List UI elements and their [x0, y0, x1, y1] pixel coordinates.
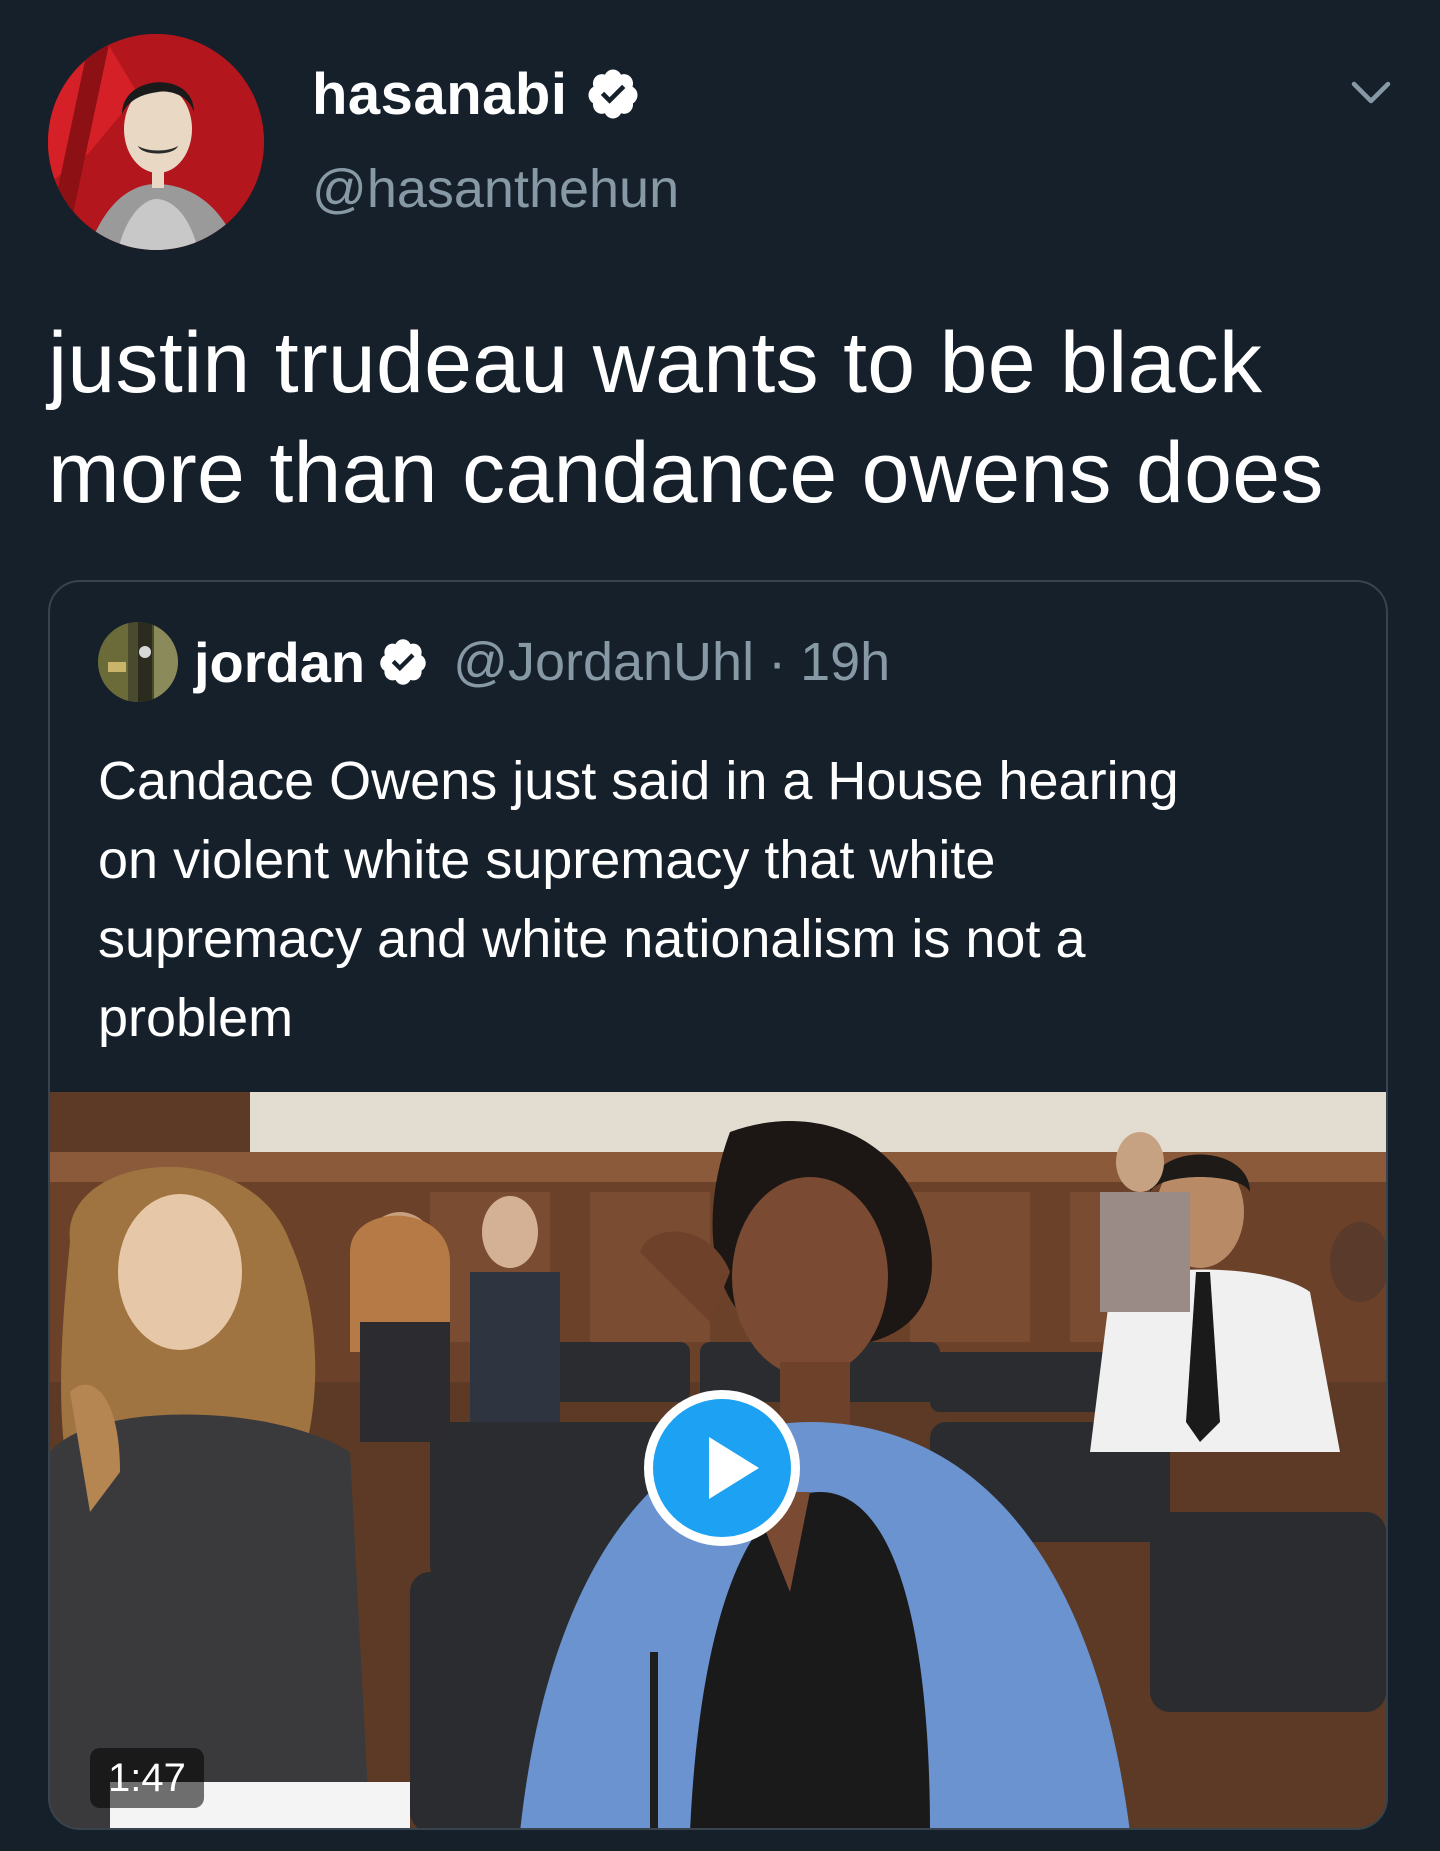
tweet-text-line: more than candance owens does — [48, 425, 1324, 521]
author-handle[interactable]: @hasanthehun — [312, 158, 679, 220]
author-name-row: hasanabi — [312, 58, 641, 130]
quoted-tweet-timestamp[interactable]: 19h — [800, 631, 890, 693]
video-player[interactable]: 1:47 — [50, 1092, 1386, 1828]
author-avatar[interactable] — [48, 34, 264, 250]
quoted-tweet-card[interactable]: jordan @JordanUhl · 19h Candace Owens ju… — [48, 580, 1388, 1830]
tweet-text: justin trudeau wants to be black more th… — [48, 308, 1408, 528]
chevron-down-icon[interactable] — [1346, 68, 1396, 118]
quoted-author-avatar[interactable] — [98, 622, 178, 702]
quoted-author-handle[interactable]: @JordanUhl — [453, 631, 754, 693]
quoted-text-line: supremacy and white nationalism is not a — [98, 909, 1086, 969]
avatar-illustration-icon — [48, 34, 264, 250]
tweet-text-line: justin trudeau wants to be black — [48, 315, 1263, 411]
quoted-avatar-image-icon — [98, 622, 178, 702]
quoted-tweet-header: jordan @JordanUhl · 19h — [98, 622, 890, 702]
meta-separator: · — [768, 632, 787, 692]
video-duration-badge: 1:47 — [90, 1748, 204, 1808]
play-button[interactable] — [644, 1390, 800, 1546]
verified-badge-icon — [585, 66, 641, 122]
play-icon — [709, 1437, 759, 1499]
verified-badge-icon — [377, 636, 429, 688]
quoted-text-line: on violent white supremacy that white — [98, 830, 996, 890]
author-display-name[interactable]: hasanabi — [312, 61, 567, 128]
quoted-author-display-name[interactable]: jordan — [194, 630, 365, 695]
quoted-text-line: Candace Owens just said in a House heari… — [98, 751, 1179, 811]
quoted-text-line: problem — [98, 988, 294, 1048]
tweet[interactable]: hasanabi @hasanthehun justin trudeau wan… — [0, 0, 1440, 1851]
quoted-tweet-text: Candace Owens just said in a House heari… — [98, 742, 1348, 1058]
